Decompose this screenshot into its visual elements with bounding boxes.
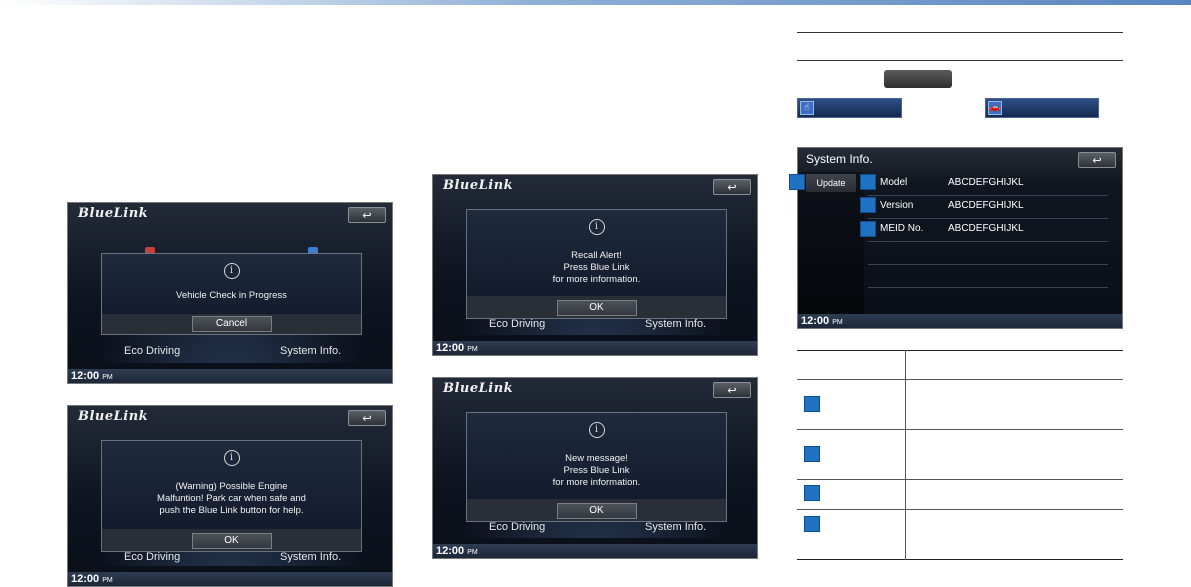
callout-marker [789, 174, 805, 190]
menu-system-info[interactable]: System Info. [280, 551, 341, 563]
menu-eco-driving[interactable]: Eco Driving [489, 521, 545, 533]
hardware-button [884, 70, 952, 88]
back-arrow-icon: ↩ [362, 412, 372, 425]
menu-eco-driving[interactable]: Eco Driving [489, 318, 545, 330]
info-circle-icon: i [223, 263, 240, 279]
bluelink-logo: BlueLink [443, 381, 514, 396]
info-value: ABCDEFGHIJKL [948, 177, 1024, 188]
info-label: Version [880, 200, 914, 211]
table-marker-3 [804, 485, 820, 501]
dialog-message-line-1: (Warning) Possible Engine [175, 481, 288, 492]
cancel-button[interactable]: Cancel [191, 316, 272, 332]
dialog-message: Vehicle Check in Progress [176, 290, 287, 301]
table-marker-2 [804, 446, 820, 462]
status-bar [433, 341, 757, 355]
table-rule-row-1 [797, 429, 1123, 430]
table-rule-bottom [797, 559, 1123, 560]
menu-system-info[interactable]: System Info. [280, 345, 341, 357]
dialog-vehicle-check: i Vehicle Check in Progress Cancel [101, 253, 362, 335]
car-menu-bar: 🚗 [985, 98, 1099, 118]
menu-eco-driving[interactable]: Eco Driving [124, 345, 180, 357]
page-title: System Info. [806, 152, 873, 166]
dialog-message-line-1: New message! [565, 453, 628, 464]
dialog-engine-warning: i (Warning) Possible Engine Malfuntion! … [101, 440, 362, 552]
back-button[interactable]: ↩ [348, 207, 386, 223]
clock: 12:00 PM [801, 315, 843, 327]
ok-button[interactable]: OK [556, 503, 637, 519]
table-rule-top [797, 350, 1123, 351]
back-arrow-icon: ↩ [362, 209, 372, 222]
clock: 12:00 PM [71, 370, 113, 382]
back-button[interactable]: ↩ [1078, 152, 1116, 168]
info-circle-icon: i [588, 422, 605, 438]
info-row-meid: MEID No. ABCDEFGHIJKL [868, 218, 1108, 242]
dialog-message-line-1: Recall Alert! [571, 250, 622, 261]
info-label: MEID No. [880, 223, 924, 234]
bluelink-logo: BlueLink [78, 409, 149, 424]
header-rule-top [797, 32, 1123, 33]
menu-system-info[interactable]: System Info. [645, 521, 706, 533]
header-rule-bottom [797, 60, 1123, 61]
status-bar [433, 544, 757, 558]
info-row-empty [868, 264, 1108, 288]
table-rule-header [797, 379, 1123, 380]
dialog-message-line-3: push the Blue Link button for help. [159, 505, 304, 516]
screen-engine-warning: BlueLink ↩ i (Warning) Possible Engine M… [67, 405, 393, 587]
back-arrow-icon: ↩ [1092, 154, 1102, 167]
bluelink-logo: BlueLink [443, 178, 514, 193]
dialog-message-line-3: for more information. [552, 274, 641, 285]
back-arrow-icon: ↩ [727, 181, 737, 194]
hand-icon: ☝ [800, 101, 814, 115]
dialog-recall-alert: i Recall Alert! Press Blue Link for more… [466, 209, 727, 319]
table-column-divider [905, 350, 906, 560]
ok-button[interactable]: OK [556, 300, 637, 316]
dialog-message-line-2: Malfuntion! Park car when safe and [157, 493, 306, 504]
bluelink-logo: BlueLink [78, 206, 149, 221]
info-value: ABCDEFGHIJKL [948, 223, 1024, 234]
dialog-message-line-2: Press Blue Link [563, 465, 630, 476]
back-button[interactable]: ↩ [713, 382, 751, 398]
dialog-message-line-3: for more information. [552, 477, 641, 488]
update-button[interactable]: Update [806, 174, 856, 192]
info-value: ABCDEFGHIJKL [948, 200, 1024, 211]
callout-marker [860, 197, 876, 213]
info-row-empty [868, 287, 1108, 310]
back-button[interactable]: ↩ [348, 410, 386, 426]
info-row-empty [868, 241, 1108, 265]
table-rule-row-3 [797, 509, 1123, 510]
info-circle-icon: i [223, 450, 240, 466]
side-panel: Update [798, 172, 864, 314]
clock: 12:00 PM [436, 342, 478, 354]
table-marker-1 [804, 396, 820, 412]
screen-recall-alert: BlueLink ↩ i Recall Alert! Press Blue Li… [432, 174, 758, 356]
screen-vehicle-check: BlueLink ↩ i Vehicle Check in Progress C… [67, 202, 393, 384]
car-icon: 🚗 [988, 101, 1002, 115]
table-rule-row-2 [797, 479, 1123, 480]
info-circle-icon: i [588, 219, 605, 235]
ok-button[interactable]: OK [191, 533, 272, 549]
dialog-new-message: i New message! Press Blue Link for more … [466, 412, 727, 522]
info-row-model: Model ABCDEFGHIJKL [868, 172, 1108, 196]
screen-system-info: System Info. ↩ Update Model ABCDEFGHIJKL… [797, 147, 1123, 329]
menu-eco-driving[interactable]: Eco Driving [124, 551, 180, 563]
info-row-version: Version ABCDEFGHIJKL [868, 195, 1108, 219]
menu-system-info[interactable]: System Info. [645, 318, 706, 330]
page-top-gradient-bar [0, 0, 1191, 5]
clock: 12:00 PM [71, 573, 113, 585]
dialog-message-line-2: Press Blue Link [563, 262, 630, 273]
status-bar [68, 572, 392, 586]
status-bar [68, 369, 392, 383]
clock: 12:00 PM [436, 545, 478, 557]
callout-marker [860, 174, 876, 190]
back-arrow-icon: ↩ [727, 384, 737, 397]
bluelink-menu-bar: ☝ [797, 98, 902, 118]
screen-new-message: BlueLink ↩ i New message! Press Blue Lin… [432, 377, 758, 559]
back-button[interactable]: ↩ [713, 179, 751, 195]
callout-marker [860, 221, 876, 237]
info-label: Model [880, 177, 908, 188]
table-marker-4 [804, 516, 820, 532]
status-bar [798, 314, 1122, 328]
